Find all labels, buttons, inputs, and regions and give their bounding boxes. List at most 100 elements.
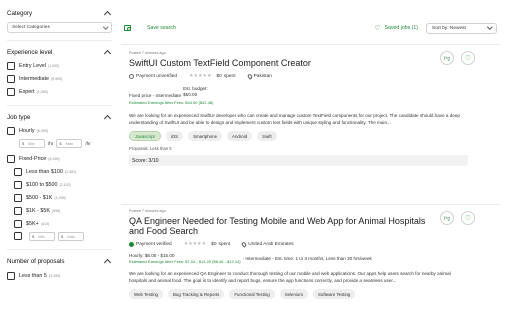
skill-chip[interactable]: Bug Tracking & Reports (168, 289, 225, 300)
hourly-option[interactable]: Hourly (6,399) (7, 124, 112, 137)
saved-jobs-label: Saved jobs (1) (384, 25, 418, 31)
skill-chip[interactable]: Android (227, 131, 253, 142)
option-count: (2,102) (59, 182, 71, 187)
option-count: (9,999) (50, 76, 63, 81)
option-count: (1,000) (47, 63, 60, 68)
skill-chip[interactable]: Web Testing (129, 289, 163, 300)
option-label: Less than 5 (19, 272, 47, 279)
job-duration: - Intermediate - Est. time: 1 to 3 month… (242, 256, 372, 262)
category-select-value: Select Categories (12, 25, 50, 30)
location-label: United Arab Emirates (248, 241, 294, 247)
sort-value: Sort by: Newest (432, 25, 466, 31)
budget-value: $50.00 (183, 91, 198, 97)
save-search-button[interactable]: Save search (147, 25, 176, 31)
experience-expert-option[interactable]: Expert (1,000) (7, 85, 112, 98)
skill-chip[interactable]: Selenium (279, 289, 308, 300)
currency-prefix: $ (59, 140, 62, 146)
fixed-price-option[interactable]: Fixed-Price (6,399) (7, 152, 112, 165)
skill-chip[interactable]: Javascript (129, 131, 161, 142)
option-label: $500 - $1K (26, 194, 53, 201)
category-filter: Category Select Categories (7, 8, 112, 33)
checkbox[interactable] (14, 219, 22, 228)
chevron-up-icon[interactable] (103, 258, 112, 266)
skill-chip[interactable]: Smartphone (188, 131, 223, 142)
fixed-range-option[interactable]: $500 - $1K (1,099) (14, 191, 112, 204)
checkbox[interactable] (14, 193, 22, 202)
experience-header[interactable]: Experience level (7, 47, 112, 57)
price-type: Fixed price - Intermediate (129, 93, 182, 99)
verified-badge-icon (129, 241, 134, 247)
checkbox[interactable] (14, 180, 22, 189)
option-label: Hourly (19, 127, 35, 134)
checkbox[interactable] (7, 154, 15, 163)
fixed-range-option[interactable]: $100 to $500 (2,102) (14, 178, 112, 191)
per-hour-label: /hr (48, 140, 54, 146)
checkbox[interactable] (7, 126, 15, 135)
heart-icon[interactable]: ♡ (461, 51, 475, 65)
checkbox[interactable] (14, 206, 22, 215)
checkbox[interactable] (7, 271, 15, 280)
fixed-max-input[interactable]: $ Max (58, 231, 84, 241)
job-type-header[interactable]: Job type (7, 112, 112, 122)
category-title: Category (7, 9, 33, 17)
posted-time: Posted 7 minutes ago (129, 209, 166, 213)
fixed-range-option[interactable]: Less than $100 (2,481) (14, 165, 112, 178)
filters-sidebar: Category Select Categories Experience le… (0, 0, 118, 320)
checkbox[interactable] (7, 87, 15, 96)
budget-label: Est. budget: (183, 86, 208, 92)
option-count: (998) (51, 208, 61, 213)
checkbox[interactable] (14, 232, 22, 240)
thumbs-down-icon[interactable]: 👎︎ (440, 211, 454, 225)
skill-chip[interactable]: Software Testing (313, 289, 356, 300)
saved-jobs-button[interactable]: ♡ Saved jobs (1) (374, 25, 418, 32)
fixed-range-option[interactable]: $1K - $5K (998) (14, 204, 112, 217)
price-info: Fixed price - Intermediate Est. budget: … (129, 86, 469, 98)
client-location: United Arab Emirates (241, 240, 294, 248)
save-search-icon[interactable] (124, 25, 131, 31)
proposals-option[interactable]: Less than 5 (3,399) (7, 269, 112, 282)
fixed-min-input[interactable]: $ Min (29, 231, 55, 241)
divider (7, 105, 112, 106)
sort-select[interactable]: Sort by: Newest (426, 22, 497, 34)
location-label: Pakistan (253, 73, 272, 79)
checkbox[interactable] (7, 61, 15, 70)
job-card[interactable]: 👎︎ ♡ Posted 7 minutes ago SwiftUI Custom… (129, 51, 475, 167)
proposals-count: Proposals: Less than 5 (129, 146, 469, 151)
job-title[interactable]: SwiftUI Custom TextField Component Creat… (129, 58, 469, 68)
category-select[interactable]: Select Categories (7, 22, 112, 33)
heart-icon: ♡ (374, 24, 381, 32)
chevron-up-icon[interactable] (103, 49, 112, 57)
heart-icon[interactable]: ♡ (461, 211, 475, 225)
spent-amount: $0 (216, 73, 222, 79)
experience-entry-option[interactable]: Entry Level (1,000) (7, 59, 112, 72)
option-label: $1K - $5K (26, 207, 50, 214)
proposals-label: Proposals: (129, 146, 149, 152)
job-title[interactable]: QA Engineer Needed for Testing Mobile an… (129, 216, 429, 236)
proposals-header[interactable]: Number of proposals (7, 256, 112, 266)
category-header[interactable]: Category (7, 8, 112, 18)
price-info: Hourly: $8.00 - $15.00 Estimated Earning… (129, 253, 469, 264)
chevron-up-icon[interactable] (103, 10, 112, 18)
spent-label: spent (218, 241, 231, 247)
results-toolbar: Save search ♡ Saved jobs (1) Sort by: Ne… (120, 21, 500, 35)
thumbs-down-icon[interactable]: 👎︎ (440, 51, 454, 65)
skill-chip[interactable]: Functional Testing (229, 289, 275, 300)
job-card[interactable]: 👎︎ ♡ Posted 7 minutes ago QA Engineer Ne… (129, 209, 475, 300)
checkbox[interactable] (7, 74, 15, 83)
option-count: (413) (40, 221, 50, 226)
option-count: (1,000) (36, 89, 48, 94)
fixed-range-option[interactable]: $5K+ (413) (14, 217, 112, 230)
experience-intermediate-option[interactable]: Intermediate (9,999) (7, 72, 112, 85)
proposals-filter: Number of proposals Less than 5 (3,399) (7, 256, 112, 282)
posted-time: Posted 7 minutes ago (129, 51, 166, 55)
checkbox[interactable] (14, 167, 22, 176)
option-count: (1,099) (54, 195, 66, 200)
skill-chip[interactable]: Swift (257, 131, 277, 142)
chevron-up-icon[interactable] (103, 114, 112, 122)
hourly-max-input[interactable]: $ Max (56, 138, 83, 148)
hourly-min-input[interactable]: $ Min (19, 138, 45, 148)
hourly-range: Hourly: $8.00 - $15.00 (129, 253, 175, 259)
client-spent: $0 spent (216, 74, 235, 79)
skill-chip[interactable]: iOS (165, 131, 184, 142)
spent-amount: $0 (211, 241, 217, 247)
